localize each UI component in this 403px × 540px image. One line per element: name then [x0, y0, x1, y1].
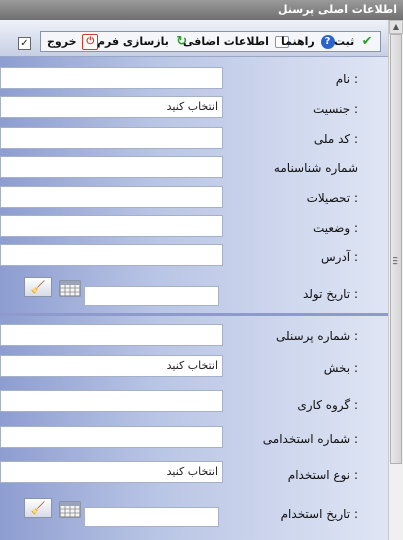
toolbar: ✓ خروج ⏻ بازسازی فرم ↻ اطلاعات اضافی راه… — [0, 20, 388, 57]
employment-info-section: شماره پرسنلی : انتخاب کنید بخش : گروه کا… — [0, 316, 388, 540]
birth-date-input[interactable] — [84, 286, 219, 306]
gender-label: جنسیت : — [312, 102, 358, 116]
vertical-scrollbar[interactable]: ▲ ━ ━ ━ — [388, 20, 403, 540]
extra-info-label: اطلاعات اضافی — [183, 35, 269, 48]
employment-date-input[interactable] — [84, 507, 219, 527]
address-input[interactable] — [0, 244, 223, 266]
birth-date-label: تاریخ تولد : — [302, 287, 358, 301]
personnel-number-label: شماره پرسنلی : — [275, 329, 358, 343]
help-icon: ? — [320, 35, 335, 49]
help-label: راهنما — [281, 35, 315, 48]
work-group-label: گروه کاری : — [297, 398, 358, 412]
power-icon: ⏻ — [82, 34, 99, 50]
exit-label: خروج — [47, 35, 77, 48]
id-number-input[interactable] — [0, 156, 223, 178]
personnel-number-input[interactable] — [0, 324, 223, 346]
help-button[interactable]: راهنما ? — [281, 34, 335, 50]
employment-date-label: تاریخ استخدام : — [280, 507, 358, 521]
clear-employment-date-button[interactable]: 🧹 — [24, 498, 52, 518]
personal-info-section: نام : انتخاب کنید جنسیت : کد ملی : شماره… — [0, 57, 388, 313]
calendar-icon[interactable] — [59, 500, 81, 518]
toolbar-button-group: خروج ⏻ بازسازی فرم ↻ اطلاعات اضافی راهنم… — [40, 31, 381, 52]
section-label: بخش : — [323, 361, 358, 375]
toolbar-checkbox[interactable]: ✓ — [18, 37, 31, 50]
national-code-label: کد ملی : — [313, 132, 358, 146]
status-input[interactable] — [0, 215, 223, 237]
reset-form-button[interactable]: بازسازی فرم ↻ — [97, 34, 189, 50]
scroll-up-arrow-icon[interactable]: ▲ — [389, 20, 403, 34]
scroll-thumb[interactable]: ━ ━ ━ — [390, 34, 402, 464]
broom-icon: 🧹 — [30, 280, 46, 294]
window-title: اطلاعات اصلی پرسنل — [0, 0, 403, 20]
employment-type-select[interactable]: انتخاب کنید — [0, 461, 223, 483]
broom-icon: 🧹 — [30, 501, 46, 515]
save-label: ثبت — [334, 35, 355, 48]
work-group-input[interactable] — [0, 390, 223, 412]
national-code-input[interactable] — [0, 127, 223, 149]
id-number-label: شماره شناسنامه — [273, 161, 358, 175]
employment-number-label: شماره استخدامی : — [262, 432, 358, 446]
first-name-label: نام : — [335, 72, 358, 86]
scroll-grip-icon: ━ ━ ━ — [393, 254, 398, 268]
extra-info-button[interactable]: اطلاعات اضافی — [183, 34, 289, 50]
employment-number-input[interactable] — [0, 426, 223, 448]
exit-button[interactable]: خروج ⏻ — [47, 34, 99, 50]
education-input[interactable] — [0, 186, 223, 208]
education-label: تحصیلات : — [306, 191, 358, 205]
section-select[interactable]: انتخاب کنید — [0, 355, 223, 377]
save-button[interactable]: ثبت ✔ — [334, 34, 374, 50]
checkmark-icon: ✔ — [361, 34, 373, 49]
calendar-icon[interactable] — [59, 279, 81, 297]
status-label: وضعیت : — [312, 221, 358, 235]
clear-birth-date-button[interactable]: 🧹 — [24, 277, 52, 297]
address-label: آدرس : — [321, 250, 358, 264]
gender-select[interactable]: انتخاب کنید — [0, 96, 223, 118]
employment-type-label: نوع استخدام : — [287, 468, 358, 482]
reset-label: بازسازی فرم — [97, 35, 169, 48]
first-name-input[interactable] — [0, 67, 223, 89]
